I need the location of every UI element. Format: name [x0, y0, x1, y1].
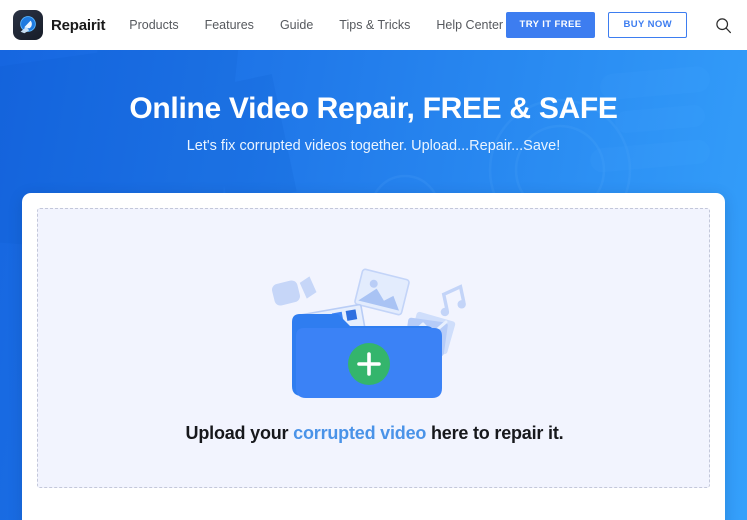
buy-now-button[interactable]: BUY NOW — [608, 12, 687, 38]
caption-highlight-link[interactable]: corrupted video — [293, 423, 426, 443]
brand-logo[interactable]: Repairit — [13, 10, 105, 40]
repairit-logo-icon — [13, 10, 43, 40]
header-actions: TRY IT FREE BUY NOW — [505, 12, 733, 38]
hero-section: Online Video Repair, FREE & SAFE Let's f… — [0, 50, 747, 520]
brand-name: Repairit — [51, 16, 106, 34]
caption-text-before: Upload your — [185, 423, 294, 443]
page-title: Online Video Repair, FREE & SAFE — [129, 92, 618, 125]
search-icon[interactable] — [713, 15, 733, 35]
nav-item-help-center[interactable]: Help Center — [436, 18, 503, 32]
caption-text-after: here to repair it. — [426, 423, 564, 443]
image-icon — [353, 268, 410, 316]
video-camera-icon — [271, 276, 316, 306]
upload-dropzone[interactable]: Upload your corrupted video here to repa… — [37, 208, 710, 488]
page-subtitle: Let's fix corrupted videos together. Upl… — [186, 138, 561, 154]
nav-item-tips-tricks[interactable]: Tips & Tricks — [339, 18, 410, 32]
nav-item-features[interactable]: Features — [205, 18, 254, 32]
nav-item-products[interactable]: Products — [129, 18, 178, 32]
music-note-icon — [440, 284, 466, 317]
main-nav: Products Features Guide Tips & Tricks He… — [129, 18, 503, 32]
page-root: Repairit Products Features Guide Tips & … — [0, 0, 747, 520]
site-header: Repairit Products Features Guide Tips & … — [0, 0, 747, 50]
try-it-free-button[interactable]: TRY IT FREE — [505, 12, 596, 38]
dropzone-caption: Upload your corrupted video here to repa… — [38, 423, 711, 444]
plus-icon — [347, 343, 390, 385]
upload-card: Upload your corrupted video here to repa… — [22, 193, 725, 520]
upload-folder-illustration — [38, 264, 711, 414]
nav-item-guide[interactable]: Guide — [280, 18, 313, 32]
